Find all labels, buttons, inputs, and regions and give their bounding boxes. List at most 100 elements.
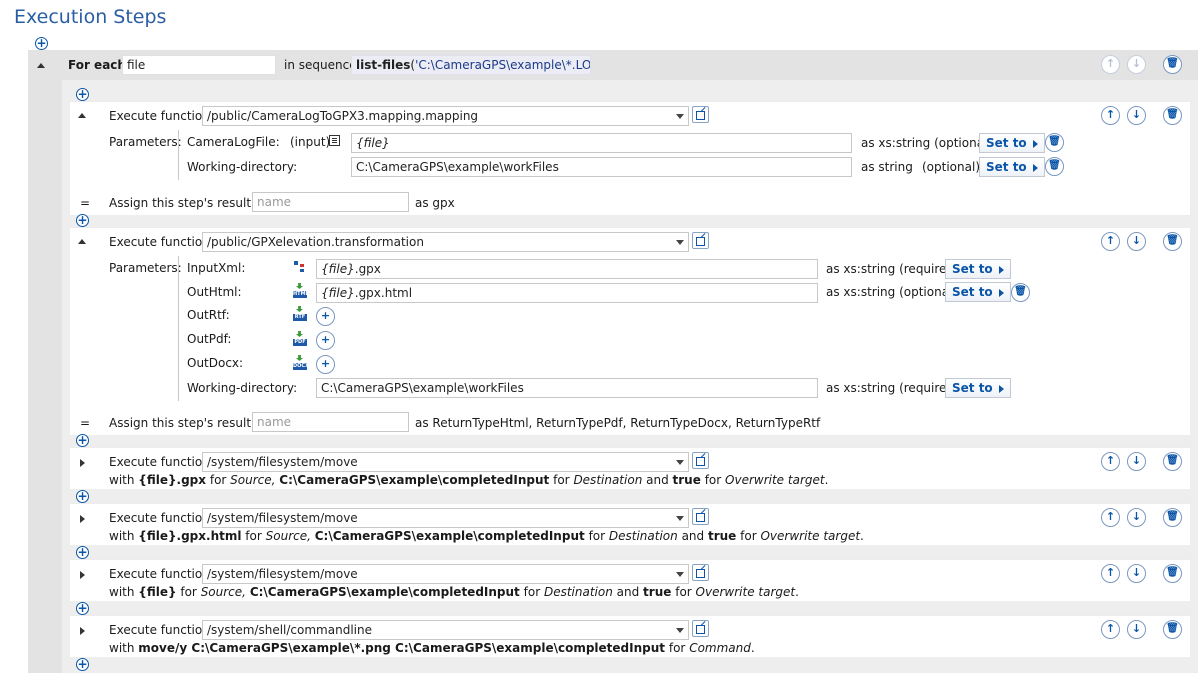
delete-icon[interactable]: 🗑 (1163, 55, 1182, 74)
delete-icon[interactable]: 🗑 (1163, 508, 1182, 527)
caret-right-icon (998, 384, 1004, 393)
delete-icon[interactable]: 🗑 (1011, 283, 1030, 302)
function-select[interactable]: /public/CameraLogToGPX3.mapping.mapping (202, 106, 689, 126)
xml-tree-icon (294, 261, 306, 273)
chevron-down-icon (676, 572, 684, 577)
expand-step-icon[interactable] (80, 571, 85, 579)
step-summary: with {file} for Source, C:\CameraGPS\exa… (109, 585, 799, 599)
function-select[interactable]: /system/filesystem/move (202, 564, 689, 584)
open-external-icon[interactable] (692, 452, 709, 469)
page-title: Execution Steps (14, 6, 167, 28)
set-to-button[interactable]: Set to (945, 282, 1011, 302)
function-select[interactable]: /system/shell/commandline (202, 620, 689, 640)
add-param-value-button[interactable]: + (316, 355, 335, 374)
delete-icon[interactable]: 🗑 (1163, 452, 1182, 471)
assign-name-input[interactable]: name (252, 192, 409, 212)
add-param-value-button[interactable]: + (316, 331, 335, 350)
move-up-icon[interactable]: ↑ (1101, 564, 1120, 583)
param-name: OutHtml: (187, 285, 242, 299)
assign-as-label: as ReturnTypeHtml, ReturnTypePdf, Return… (415, 416, 821, 430)
parameters-label: Parameters: (109, 261, 182, 275)
move-up-icon[interactable]: ↑ (1101, 508, 1120, 527)
move-down-icon[interactable]: ↓ (1127, 564, 1146, 583)
set-to-button[interactable]: Set to (945, 259, 1011, 279)
delete-icon[interactable]: 🗑 (1163, 620, 1182, 639)
add-step-button[interactable]: + (76, 88, 89, 101)
sequence-expression-input[interactable]: list-files('C:\CameraGPS\example\*.LOG') (351, 55, 591, 75)
move-up-icon[interactable]: ↑ (1101, 55, 1120, 74)
list-icon[interactable] (329, 135, 340, 146)
delete-icon[interactable]: 🗑 (1163, 232, 1182, 251)
expand-step-icon[interactable] (80, 459, 85, 467)
param-value-input[interactable]: C:\CameraGPS\example\workFiles (351, 157, 852, 177)
execute-function-label: Execute function (109, 109, 210, 123)
collapse-foreach-icon[interactable] (37, 63, 45, 68)
move-up-icon[interactable]: ↑ (1101, 452, 1120, 471)
move-down-icon[interactable]: ↓ (1127, 55, 1146, 74)
param-value-input[interactable]: {file}.gpx.html (316, 283, 818, 303)
param-value-input[interactable]: {file}.gpx (316, 259, 818, 279)
move-down-icon[interactable]: ↓ (1127, 232, 1146, 251)
html-output-icon: HTML (293, 283, 309, 298)
add-step-button[interactable]: + (76, 546, 89, 559)
param-name: OutRtf: (187, 308, 230, 322)
add-param-value-button[interactable]: + (316, 307, 335, 326)
parameters-label: Parameters: (109, 135, 182, 149)
function-select[interactable]: /public/GPXelevation.transformation (202, 232, 689, 252)
move-down-icon[interactable]: ↓ (1127, 452, 1146, 471)
move-up-icon[interactable]: ↑ (1101, 232, 1120, 251)
add-step-button[interactable]: + (76, 658, 89, 671)
delete-icon[interactable]: 🗑 (1163, 106, 1182, 125)
add-step-button[interactable]: + (76, 434, 89, 447)
chevron-down-icon (676, 516, 684, 521)
param-optional: (optional) (922, 160, 980, 174)
move-up-icon[interactable]: ↑ (1101, 620, 1120, 639)
move-down-icon[interactable]: ↓ (1127, 508, 1146, 527)
caret-right-icon (1032, 139, 1038, 148)
function-select[interactable]: /system/filesystem/move (202, 452, 689, 472)
foreach-variable-input[interactable]: file (122, 55, 276, 75)
set-to-button[interactable]: Set to (979, 157, 1045, 177)
add-step-button[interactable]: + (76, 214, 89, 227)
assign-equals-icon: = (80, 416, 91, 430)
open-external-icon[interactable] (692, 620, 709, 637)
collapse-step-icon[interactable] (78, 113, 86, 118)
open-external-icon[interactable] (692, 232, 709, 249)
function-select[interactable]: /system/filesystem/move (202, 508, 689, 528)
param-value-input[interactable]: {file} (351, 133, 852, 153)
step-summary: with {file}.gpx for Source, C:\CameraGPS… (109, 473, 829, 487)
set-to-button[interactable]: Set to (979, 133, 1045, 153)
assign-as-label: as gpx (415, 196, 455, 210)
param-name: OutDocx: (187, 356, 244, 370)
delete-icon[interactable]: 🗑 (1163, 564, 1182, 583)
pdf-output-icon: PDF (293, 331, 307, 346)
in-sequence-label: in sequence (284, 58, 357, 72)
move-down-icon[interactable]: ↓ (1127, 620, 1146, 639)
delete-icon[interactable]: 🗑 (1045, 133, 1064, 152)
chevron-down-icon (676, 628, 684, 633)
param-value-input[interactable]: C:\CameraGPS\example\workFiles (316, 378, 818, 398)
add-step-button[interactable]: + (35, 37, 48, 50)
move-down-icon[interactable]: ↓ (1127, 106, 1146, 125)
add-step-button[interactable]: + (76, 490, 89, 503)
execute-function-label: Execute function (109, 455, 210, 469)
step-summary: with {file}.gpx.html for Source, C:\Came… (109, 529, 864, 543)
delete-icon[interactable]: 🗑 (1045, 157, 1064, 176)
chevron-down-icon (676, 240, 684, 245)
param-value-variable: {file} (321, 286, 355, 300)
collapse-step-icon[interactable] (78, 239, 86, 244)
param-value-variable: {file} (321, 262, 355, 276)
function-select-value: /system/filesystem/move (207, 567, 358, 581)
move-up-icon[interactable]: ↑ (1101, 106, 1120, 125)
open-external-icon[interactable] (692, 564, 709, 581)
param-name: Working-directory: (187, 160, 298, 174)
set-to-label: Set to (986, 160, 1027, 174)
set-to-button[interactable]: Set to (945, 378, 1011, 398)
assign-name-input[interactable]: name (252, 412, 409, 432)
open-external-icon[interactable] (692, 106, 709, 123)
open-external-icon[interactable] (692, 508, 709, 525)
param-name: Working-directory: (187, 381, 298, 395)
add-step-button[interactable]: + (76, 602, 89, 615)
expand-step-icon[interactable] (80, 627, 85, 635)
expand-step-icon[interactable] (80, 515, 85, 523)
